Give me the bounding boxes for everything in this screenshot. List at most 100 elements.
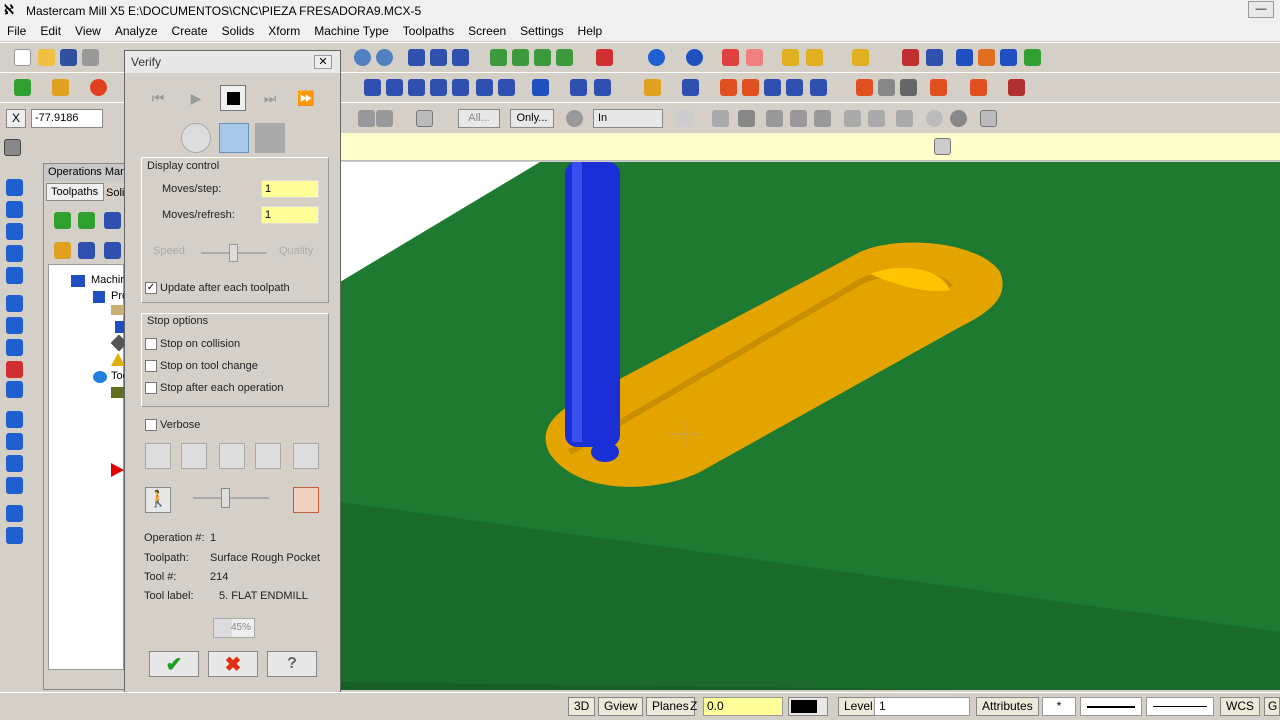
level-button[interactable]: Level	[838, 697, 879, 716]
toggle-display-icon[interactable]	[78, 242, 95, 259]
tree-machine-label[interactable]: Machin	[91, 274, 126, 286]
scale-icon[interactable]	[430, 79, 447, 96]
coord-input[interactable]: -77.9186	[31, 109, 103, 128]
solid-tool-icon[interactable]	[219, 123, 249, 153]
color-select[interactable]	[788, 697, 828, 716]
backplot-icon[interactable]	[970, 79, 987, 96]
coord-axis-button[interactable]: X	[6, 109, 26, 128]
select-solid-icon[interactable]	[738, 110, 755, 127]
select-body-icon[interactable]	[766, 110, 783, 127]
wireframe-toolpath-icon[interactable]	[900, 79, 917, 96]
stop-each-op-checkbox[interactable]	[145, 382, 157, 394]
point-style-select[interactable]: *	[1042, 697, 1076, 716]
post-icon[interactable]	[1008, 79, 1025, 96]
stock-display-icon[interactable]	[596, 49, 613, 66]
planes-button[interactable]: Planes	[646, 697, 695, 716]
menu-create[interactable]: Create	[165, 24, 215, 38]
select-dirty-ops-icon[interactable]	[78, 212, 95, 229]
ok-button[interactable]: ✔	[149, 651, 199, 677]
tab-solids[interactable]: Soli	[106, 185, 126, 201]
run-addin-icon[interactable]	[956, 49, 973, 66]
select-window-icon[interactable]	[430, 49, 447, 66]
print-icon[interactable]	[82, 49, 99, 66]
multiaxis-icon[interactable]	[878, 79, 895, 96]
no-select-icon[interactable]	[926, 110, 943, 127]
help-button[interactable]: ?	[267, 651, 317, 677]
menu-toolpaths[interactable]: Toolpaths	[396, 24, 461, 38]
plugin-icon[interactable]	[1024, 49, 1041, 66]
walk-icon[interactable]: 🚶	[145, 487, 171, 513]
menu-settings[interactable]: Settings	[513, 24, 570, 38]
facing-icon[interactable]	[742, 79, 759, 96]
pencil-icon[interactable]	[782, 49, 799, 66]
menu-machine-type[interactable]: Machine Type	[307, 24, 396, 38]
selection-mode-dropdown[interactable]: In	[593, 109, 663, 128]
select-loop-icon[interactable]	[844, 110, 861, 127]
left-tool-2-icon[interactable]	[6, 201, 23, 218]
new-file-icon[interactable]	[14, 49, 31, 66]
trim-icon[interactable]	[532, 79, 549, 96]
shaded-top-icon[interactable]	[534, 49, 551, 66]
zoom-out-icon[interactable]	[376, 49, 393, 66]
shaded-box-icon[interactable]	[490, 49, 507, 66]
speed-slider-thumb[interactable]	[229, 244, 238, 262]
ribbon-help-icon[interactable]	[934, 138, 951, 155]
chart-report-icon[interactable]	[219, 443, 245, 469]
select-polygon-icon[interactable]	[452, 49, 469, 66]
shaded-iso-icon[interactable]	[512, 49, 529, 66]
create-arc-icon[interactable]	[90, 79, 107, 96]
wcs-button[interactable]: WCS	[1220, 697, 1260, 716]
mirror-icon[interactable]	[386, 79, 403, 96]
left-tool-3-icon[interactable]	[6, 223, 23, 240]
select-edge-icon[interactable]	[814, 110, 831, 127]
post-ops-icon[interactable]	[104, 242, 121, 259]
left-tool-4-icon[interactable]	[6, 245, 23, 262]
surface-finish-icon[interactable]	[856, 79, 873, 96]
rewind-button[interactable]: ⏮	[145, 85, 171, 111]
stop-tool-change-checkbox[interactable]	[145, 360, 157, 372]
run-icon[interactable]	[293, 487, 319, 513]
left-tool-11-icon[interactable]	[6, 411, 23, 428]
minimize-button[interactable]: —	[1248, 1, 1274, 18]
save-stl-icon[interactable]	[293, 443, 319, 469]
tool-display-icon[interactable]	[181, 123, 211, 153]
grid-select-icon[interactable]	[570, 79, 587, 96]
insert-arrow-icon[interactable]	[111, 463, 124, 477]
groups-button[interactable]: G	[1264, 697, 1280, 716]
menu-xform[interactable]: Xform	[261, 24, 307, 38]
play-button[interactable]: ▶	[183, 85, 209, 111]
open-folder-icon[interactable]	[38, 49, 55, 66]
blank-icon[interactable]	[746, 49, 763, 66]
drill-icon[interactable]	[644, 79, 661, 96]
transform-icon[interactable]	[364, 79, 381, 96]
tab-toolpaths[interactable]: Toolpaths	[46, 183, 104, 201]
step-forward-button[interactable]: ⏭	[257, 85, 283, 111]
stock-report-icon[interactable]	[145, 443, 171, 469]
left-tool-6-icon[interactable]	[6, 295, 23, 312]
menu-edit[interactable]: Edit	[33, 24, 68, 38]
stop-collision-checkbox[interactable]	[145, 338, 157, 350]
level-input[interactable]: 1	[874, 697, 970, 716]
selection-arrow-icon[interactable]	[676, 110, 693, 127]
close-button[interactable]: ✕	[314, 55, 332, 69]
select-cursor-icon[interactable]	[712, 110, 729, 127]
update-checkbox[interactable]: ✓	[145, 282, 157, 294]
globe-view-icon[interactable]	[648, 49, 665, 66]
select-vertex-icon[interactable]	[868, 110, 885, 127]
statistics-icon[interactable]	[926, 49, 943, 66]
left-tool-12-icon[interactable]	[6, 433, 23, 450]
compare-icon[interactable]	[255, 443, 281, 469]
sum-icon[interactable]	[1000, 49, 1017, 66]
save-icon[interactable]	[60, 49, 77, 66]
moves-refresh-input[interactable]: 1	[261, 206, 319, 224]
select-face-icon[interactable]	[790, 110, 807, 127]
stop-gray-icon[interactable]	[376, 110, 393, 127]
left-tool-14-icon[interactable]	[6, 477, 23, 494]
line-style-select[interactable]	[1080, 697, 1142, 716]
z-depth-input[interactable]: 0.0	[703, 697, 783, 716]
menu-view[interactable]: View	[68, 24, 108, 38]
left-tool-13-icon[interactable]	[6, 455, 23, 472]
help-icon[interactable]	[980, 110, 997, 127]
select-only-button[interactable]: Only...	[510, 109, 554, 128]
sketch-icon[interactable]	[4, 139, 21, 156]
